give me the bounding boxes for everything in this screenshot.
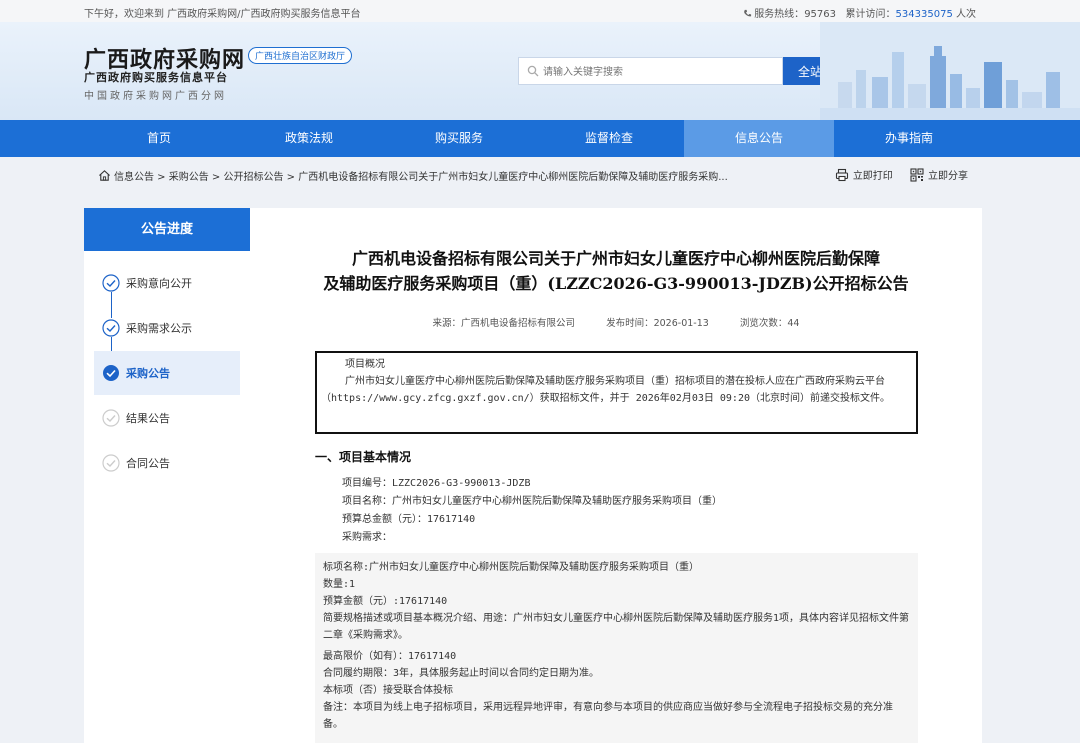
- progress-step-result[interactable]: 结果公告: [94, 396, 240, 440]
- requirement-details-box: 标项名称:广州市妇女儿童医疗中心柳州医院后勤保障及辅助医疗服务采购项目（重） 数…: [315, 553, 918, 743]
- article-title: 广西机电设备招标有限公司关于广州市妇女儿童医疗中心柳州医院后勤保障 及辅助医疗服…: [310, 246, 922, 296]
- article-title-line-1: 广西机电设备招标有限公司关于广州市妇女儿童医疗中心柳州医院后勤保障: [351, 249, 880, 268]
- search-input[interactable]: [543, 62, 778, 82]
- phone-icon: [744, 9, 752, 17]
- search-icon: [527, 65, 539, 77]
- lot-name: 标项名称:广州市妇女儿童医疗中心柳州医院后勤保障及辅助医疗服务采购项目（重）: [323, 562, 700, 573]
- nav-home[interactable]: 首页: [84, 120, 234, 157]
- printer-icon: [835, 168, 848, 182]
- project-number: 项目编号：LZZC2026-G3-990013-JDZB: [342, 478, 531, 489]
- check-circle-filled-icon: [103, 365, 119, 381]
- progress-step-announcement[interactable]: 采购公告: [94, 351, 240, 395]
- visits-count: 534335075: [895, 9, 953, 20]
- progress-step-demand[interactable]: 采购需求公示: [94, 306, 240, 350]
- visits-unit: 人次: [952, 9, 976, 20]
- project-budget: 预算总金额（元）：17617140: [342, 514, 476, 525]
- main-nav: 首页 政策法规 购买服务 监督检查 信息公告 办事指南: [0, 120, 1080, 157]
- project-overview-box: 项目概况 广州市妇女儿童医疗中心柳州医院后勤保障及辅助医疗服务采购项目（重）招标…: [315, 351, 918, 434]
- nav-policy[interactable]: 政策法规: [234, 120, 384, 157]
- page-actions: 立即打印 立即分享: [821, 167, 968, 182]
- overview-heading: 项目概况: [345, 359, 385, 370]
- visits-label: 累计访问：: [845, 9, 896, 20]
- share-label: 立即分享: [928, 171, 968, 182]
- site-stats: 服务热线：95763 累计访问：534335075 人次: [743, 5, 976, 20]
- print-label: 立即打印: [852, 171, 893, 182]
- check-circle-icon: [102, 274, 120, 292]
- breadcrumb-current: 广西机电设备招标有限公司关于广州市妇女儿童医疗中心柳州医院后勤保障及辅助医疗服务…: [298, 172, 728, 183]
- lot-description: 简要规格描述或项目基本概况介绍、用途：广州市妇女儿童医疗中心柳州医院后勤保障及辅…: [323, 613, 910, 641]
- finance-dept-badge: 广西壮族自治区财政厅: [248, 47, 353, 64]
- progress-step-contract[interactable]: 合同公告: [94, 441, 240, 485]
- breadcrumb-item-procurement[interactable]: 采购公告: [169, 172, 209, 183]
- breadcrumb-item-open-tender[interactable]: 公开招标公告: [224, 172, 284, 183]
- top-bar: 下午好，欢迎来到 广西政府采购网/广西政府购买服务信息平台 服务热线：95763…: [0, 0, 1080, 22]
- city-skyline-illustration: [820, 22, 1080, 120]
- qr-code-icon: [910, 168, 924, 182]
- search-box: [518, 57, 783, 85]
- contract-period: 合同履约期限：3年，具体服务起止时间以合同约定日期为准。: [323, 668, 600, 679]
- breadcrumb: 信息公告 > 采购公告 > 公开招标公告 > 广西机电设备招标有限公司关于广州市…: [98, 168, 728, 183]
- section-heading-basic-info: 一、项目基本情况: [315, 450, 412, 464]
- overview-text: 广州市妇女儿童医疗中心柳州医院后勤保障及辅助医疗服务采购项目（重）招标项目的潜在…: [321, 376, 890, 404]
- breadcrumb-separator: >: [283, 172, 299, 183]
- nav-announcements[interactable]: 信息公告: [684, 120, 834, 157]
- article-title-line-2: 及辅助医疗服务采购项目（重）(LZZC2026-G3-990013-JDZB)公…: [323, 274, 909, 293]
- home-icon[interactable]: [98, 169, 111, 182]
- hotline-number: 95763: [804, 9, 836, 20]
- nav-supervision[interactable]: 监督检查: [534, 120, 684, 157]
- site-subtitle-2: 中国政府采购网广西分网: [84, 91, 227, 102]
- article-source: 来源：广西机电设备招标有限公司: [432, 318, 576, 329]
- breadcrumb-separator: >: [208, 172, 224, 183]
- article-panel: 广西机电设备招标有限公司关于广州市妇女儿童医疗中心柳州医院后勤保障 及辅助医疗服…: [250, 208, 982, 743]
- site-subtitle: 广西政府购买服务信息平台: [84, 71, 228, 84]
- step-label: 合同公告: [126, 457, 170, 470]
- consortium-note: 本标项（否）接受联合体投标: [323, 685, 453, 696]
- nav-purchase-service[interactable]: 购买服务: [384, 120, 534, 157]
- breadcrumb-item-announcements[interactable]: 信息公告: [114, 172, 154, 183]
- step-label: 结果公告: [126, 412, 170, 425]
- greeting-text: 下午好，欢迎来到 广西政府采购网/广西政府购买服务信息平台: [84, 9, 361, 20]
- article-views: 浏览次数：44: [739, 318, 800, 329]
- procurement-requirement-label: 采购需求：: [342, 532, 392, 543]
- step-label: 采购需求公示: [126, 322, 192, 335]
- step-label: 采购意向公开: [126, 277, 192, 290]
- check-circle-icon: [102, 319, 120, 337]
- check-circle-outline-icon: [102, 409, 120, 427]
- progress-step-intent[interactable]: 采购意向公开: [94, 261, 240, 305]
- share-button[interactable]: 立即分享: [910, 168, 968, 182]
- nav-guide[interactable]: 办事指南: [834, 120, 984, 157]
- site-header: 广西政府采购网 广西壮族自治区财政厅 广西政府购买服务信息平台 中国政府采购网广…: [0, 22, 1080, 120]
- article-publish-time: 发布时间：2026-01-13: [606, 318, 709, 329]
- hotline-label: 服务热线：: [754, 9, 805, 20]
- lot-budget: 预算金额（元）:17617140: [323, 596, 448, 607]
- lot-quantity: 数量:1: [323, 579, 356, 590]
- remark-text: 备注：本项目为线上电子招标项目，采用远程异地评审，有意向参与本项目的供应商应当做…: [323, 702, 893, 730]
- project-basic-info: 项目编号：LZZC2026-G3-990013-JDZB 项目名称：广州市妇女儿…: [342, 475, 722, 547]
- breadcrumb-separator: >: [154, 172, 169, 183]
- check-circle-outline-icon: [102, 454, 120, 472]
- article-meta: 来源：广西机电设备招标有限公司 发布时间：2026-01-13 浏览次数：44: [250, 315, 982, 329]
- lot-max-price: 最高限价（如有）：17617140: [323, 651, 457, 662]
- sidebar-title: 公告进度: [84, 208, 250, 251]
- step-label: 采购公告: [126, 367, 170, 380]
- print-button[interactable]: 立即打印: [835, 168, 893, 182]
- project-name: 项目名称：广州市妇女儿童医疗中心柳州医院后勤保障及辅助医疗服务采购项目（重）: [342, 496, 722, 507]
